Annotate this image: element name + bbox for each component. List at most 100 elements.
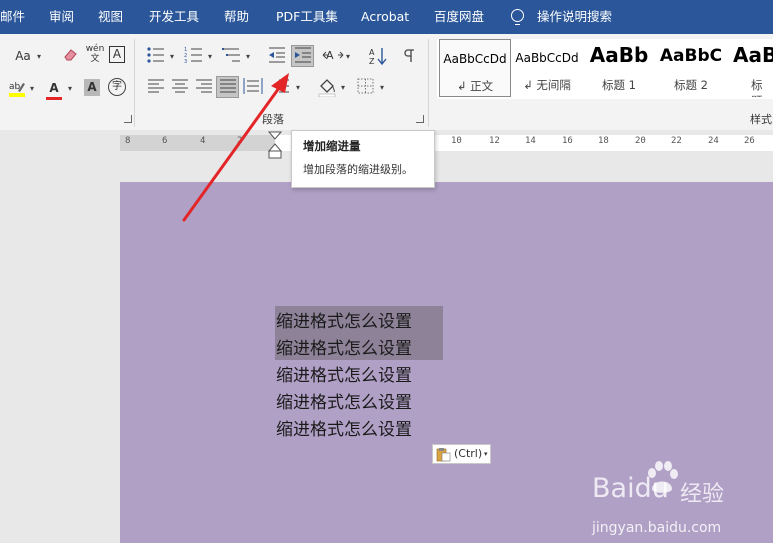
- ruler-label: 6: [162, 136, 168, 146]
- pilcrow-icon: [404, 49, 414, 62]
- indent-marker-icon[interactable]: [268, 131, 282, 159]
- style-heading-2-sample: AaBbC: [659, 46, 723, 66]
- lightbulb-icon: [511, 9, 524, 25]
- document-line[interactable]: 缩进格式怎么设置: [276, 334, 412, 359]
- justify-icon: [219, 79, 236, 93]
- ribbon-tab-bar: 邮件 审阅 视图 开发工具 帮助 PDF工具集 Acrobat 百度网盘 操作说…: [0, 0, 773, 34]
- tab-pdf-tools[interactable]: PDF工具集: [276, 0, 338, 34]
- style-title-sample: AaBl: [733, 43, 773, 67]
- text-direction-button[interactable]: A: [322, 46, 344, 66]
- show-formatting-marks-button[interactable]: [399, 46, 421, 66]
- document-line[interactable]: 缩进格式怎么设置: [276, 388, 412, 413]
- tab-help[interactable]: 帮助: [224, 0, 249, 34]
- chevron-down-icon: ▾: [346, 52, 351, 61]
- font-dialog-launcher[interactable]: [124, 115, 132, 123]
- style-heading-1-sample: AaBb: [589, 43, 649, 67]
- highlight-color-button[interactable]: ab: [6, 78, 28, 98]
- font-color-button[interactable]: A: [43, 78, 65, 98]
- ruler-label: 22: [671, 136, 682, 146]
- style-normal[interactable]: AaBbCcDd ↲ 正文: [439, 39, 511, 97]
- chevron-down-icon: ▾: [68, 84, 73, 93]
- multilevel-list-button[interactable]: [221, 46, 243, 66]
- tab-mailings[interactable]: 邮件: [0, 0, 25, 34]
- watermark-brand: Baidu: [592, 473, 669, 504]
- tab-review[interactable]: 审阅: [49, 0, 74, 34]
- style-no-spacing-sample: AaBbCcDd: [515, 51, 579, 65]
- multilevel-list-icon: [222, 48, 240, 62]
- enclose-characters-button[interactable]: 字: [108, 78, 126, 96]
- paint-bucket-icon: [318, 79, 336, 98]
- tooltip: 增加缩进量 增加段落的缩进级别。: [291, 130, 435, 188]
- clear-formatting-button[interactable]: [60, 46, 82, 66]
- decrease-indent-icon: [269, 47, 285, 63]
- ruler-label: 10: [451, 136, 462, 146]
- paste-options-label: (Ctrl): [454, 447, 483, 460]
- numbered-list-icon: 123: [184, 47, 202, 65]
- sort-az-icon: AZ: [369, 48, 387, 66]
- styles-group-label: 样式: [750, 113, 772, 126]
- bullets-button[interactable]: [145, 46, 167, 66]
- ruler-label: 16: [562, 136, 573, 146]
- sort-button[interactable]: AZ: [367, 46, 389, 66]
- increase-indent-button[interactable]: [291, 45, 314, 67]
- phonetic-guide-button[interactable]: wén 文: [84, 44, 106, 68]
- style-heading-2-name: 标题 2: [674, 78, 708, 92]
- style-title[interactable]: AaBl 标题: [727, 39, 773, 97]
- character-shading-button[interactable]: A: [84, 79, 100, 96]
- ruler-label: 12: [489, 136, 500, 146]
- justify-button[interactable]: [216, 76, 239, 98]
- tab-baidu-netdisk[interactable]: 百度网盘: [434, 0, 484, 34]
- paragraph-dialog-launcher[interactable]: [416, 115, 424, 123]
- tab-developer[interactable]: 开发工具: [149, 0, 199, 34]
- change-case-button[interactable]: Aa: [14, 46, 32, 66]
- document-line[interactable]: 缩进格式怎么设置: [276, 415, 412, 440]
- baidu-jingyan-watermark: Baidu 经验 jingyan.baidu.com: [592, 461, 772, 543]
- ruler-label: 2: [237, 136, 243, 146]
- chevron-down-icon: ▾: [246, 52, 251, 61]
- line-spacing-button[interactable]: [270, 77, 292, 97]
- shading-button[interactable]: [316, 77, 338, 98]
- svg-text:Z: Z: [369, 57, 375, 66]
- style-normal-name: ↲ 正文: [456, 79, 494, 93]
- tab-acrobat[interactable]: Acrobat: [361, 0, 409, 34]
- character-border-button[interactable]: A: [109, 46, 125, 63]
- style-no-spacing-name: ↲ 无间隔: [523, 78, 571, 92]
- style-normal-sample: AaBbCcDd: [443, 52, 507, 66]
- font-color-swatch: [46, 97, 62, 100]
- chevron-down-icon: ▾: [37, 52, 42, 61]
- ruler-label: 4: [200, 136, 206, 146]
- numbering-button[interactable]: 123: [183, 46, 205, 66]
- align-center-button[interactable]: [169, 77, 191, 97]
- style-heading-1[interactable]: AaBb 标题 1: [583, 39, 655, 97]
- align-center-icon: [172, 79, 188, 93]
- style-no-spacing[interactable]: AaBbCcDd ↲ 无间隔: [511, 39, 583, 97]
- borders-button[interactable]: [355, 77, 377, 97]
- align-left-button[interactable]: [145, 77, 167, 97]
- distributed-align-icon: [243, 78, 263, 94]
- ruler-label: 24: [708, 136, 719, 146]
- text-direction-icon: A: [322, 49, 344, 62]
- chevron-down-icon: ▾: [484, 450, 488, 458]
- chevron-down-icon: ▾: [341, 83, 346, 92]
- align-right-button[interactable]: [193, 77, 215, 97]
- ruler-margin: [120, 135, 275, 151]
- horizontal-ruler[interactable]: 8 6 4 2 10 12 14 16 18 20 22 24 26: [120, 135, 773, 151]
- style-heading-2[interactable]: AaBbC 标题 2: [655, 39, 727, 97]
- document-line[interactable]: 缩进格式怎么设置: [276, 307, 412, 332]
- paste-options-button[interactable]: (Ctrl) ▾: [432, 444, 491, 464]
- ruler-label: 18: [598, 136, 609, 146]
- group-divider: [134, 39, 135, 127]
- eraser-icon: [64, 49, 77, 61]
- decrease-indent-button[interactable]: [266, 46, 288, 66]
- borders-icon: [357, 78, 374, 94]
- chevron-down-icon: ▾: [170, 52, 175, 61]
- bullets-icon: [147, 47, 164, 63]
- distributed-button[interactable]: [242, 77, 264, 97]
- tooltip-title: 增加缩进量: [303, 139, 361, 153]
- ruler-label: 8: [125, 136, 131, 146]
- tell-me-search[interactable]: 操作说明搜索: [537, 0, 612, 34]
- tab-view[interactable]: 视图: [98, 0, 123, 34]
- chevron-down-icon: ▾: [30, 84, 35, 93]
- document-line[interactable]: 缩进格式怎么设置: [276, 361, 412, 386]
- ruler-label: 20: [635, 136, 646, 146]
